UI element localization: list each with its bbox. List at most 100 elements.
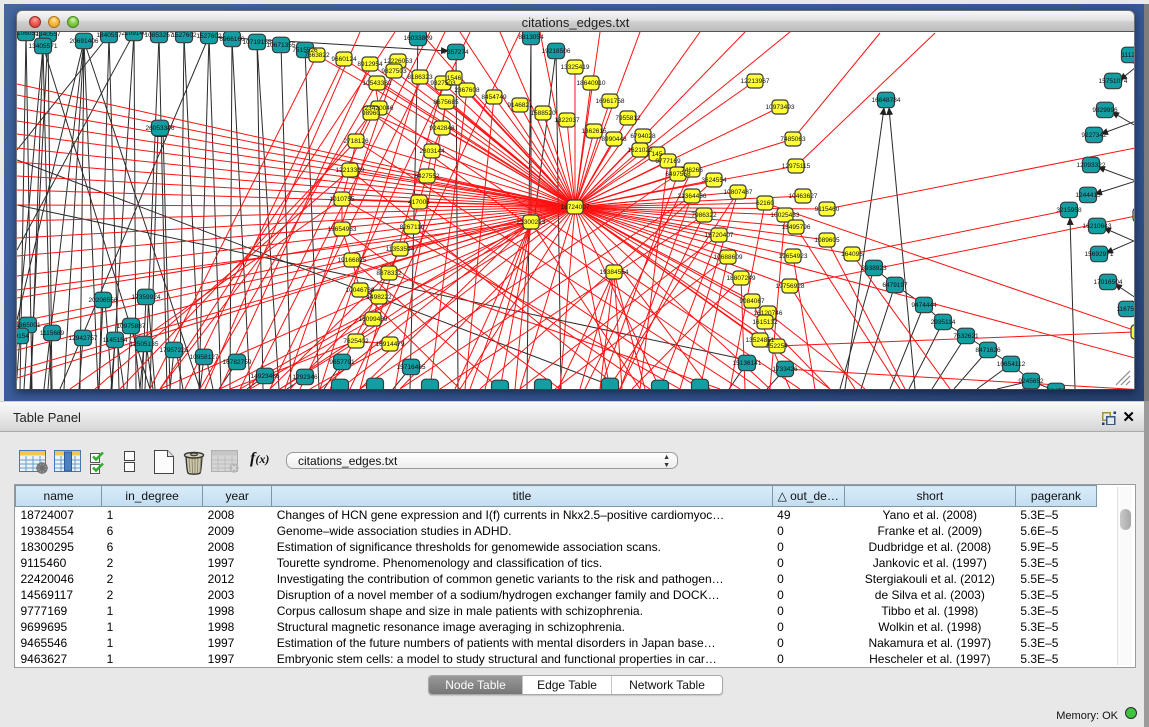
- svg-text:19654983: 19654983: [328, 226, 357, 233]
- svg-text:15692971: 15692971: [1085, 251, 1114, 258]
- svg-text:8427552: 8427552: [414, 173, 440, 180]
- svg-text:15720407: 15720407: [705, 232, 734, 239]
- svg-text:1244415: 1244415: [1075, 192, 1101, 199]
- svg-text:62160: 62160: [756, 200, 774, 207]
- svg-text:3624554: 3624554: [701, 177, 727, 184]
- svg-text:9242848: 9242848: [429, 125, 455, 132]
- svg-text:1546: 1546: [447, 75, 462, 82]
- svg-text:2935114: 2935114: [931, 319, 956, 326]
- svg-text:20691406: 20691406: [70, 38, 99, 45]
- svg-text:3215958: 3215958: [1056, 207, 1082, 214]
- svg-text:1340557: 1340557: [35, 32, 61, 38]
- svg-text:9115460: 9115460: [815, 206, 840, 213]
- svg-text:1115689: 1115689: [40, 330, 65, 337]
- svg-text:26053346: 26053346: [146, 125, 175, 132]
- svg-text:16210643: 16210643: [1083, 223, 1112, 230]
- svg-text:6966160: 6966160: [219, 36, 245, 43]
- svg-text:10543382: 10543382: [363, 80, 392, 87]
- svg-text:8878332: 8878332: [376, 270, 402, 277]
- svg-text:7663822: 7663822: [304, 52, 330, 59]
- svg-text:21364436: 21364436: [678, 193, 707, 200]
- svg-text:7485063: 7485063: [780, 136, 806, 143]
- svg-text:1362615: 1362615: [581, 128, 607, 135]
- svg-text:417006: 417006: [408, 199, 430, 206]
- svg-text:13495796: 13495796: [782, 224, 811, 231]
- svg-text:2109140: 2109140: [121, 32, 147, 37]
- svg-text:9329996: 9329996: [1092, 107, 1118, 114]
- svg-text:7357274: 7357274: [443, 49, 469, 56]
- svg-text:14923466: 14923466: [251, 373, 280, 380]
- svg-text:145: 145: [652, 151, 663, 158]
- svg-text:7625402: 7625402: [343, 338, 369, 345]
- svg-text:9084067: 9084067: [739, 298, 765, 305]
- svg-text:15716485: 15716485: [397, 364, 426, 371]
- svg-text:7986322: 7986322: [691, 212, 717, 219]
- svg-text:9827503: 9827503: [381, 68, 407, 75]
- svg-text:16120746: 16120746: [754, 310, 783, 317]
- svg-text:19218506: 19218506: [542, 48, 571, 55]
- svg-text:19756928: 19756928: [776, 283, 805, 290]
- svg-text:17016504: 17016504: [1094, 279, 1123, 286]
- svg-text:8267110: 8267110: [400, 224, 425, 231]
- svg-text:1621022: 1621022: [627, 147, 653, 154]
- svg-text:7632621: 7632621: [953, 333, 979, 340]
- svg-text:16961758: 16961758: [596, 98, 625, 105]
- svg-text:9227342: 9227342: [1081, 132, 1107, 139]
- svg-text:16099489: 16099489: [359, 316, 388, 323]
- svg-text:10973493: 10973493: [766, 104, 795, 111]
- svg-text:8454749: 8454749: [481, 94, 507, 101]
- svg-text:9657791: 9657791: [329, 359, 355, 366]
- svg-text:10654112: 10654112: [997, 361, 1026, 368]
- svg-text:18807249: 18807249: [727, 275, 756, 282]
- svg-text:10958127: 10958127: [190, 354, 219, 361]
- svg-text:1615132: 1615132: [752, 319, 778, 326]
- svg-text:39154: 39154: [17, 333, 29, 340]
- svg-text:12213369: 12213369: [336, 167, 365, 174]
- svg-text:9777169: 9777169: [655, 158, 681, 165]
- svg-text:1292346: 1292346: [292, 374, 318, 381]
- svg-text:9146821: 9146821: [507, 102, 533, 109]
- svg-text:9474444: 9474444: [911, 302, 937, 309]
- svg-text:15136141: 15136141: [733, 360, 762, 367]
- svg-text:25300213: 25300213: [517, 219, 546, 226]
- svg-text:10975887: 10975887: [117, 323, 146, 330]
- svg-text:13405571: 13405571: [29, 43, 58, 50]
- svg-text:18724007: 18724007: [561, 204, 590, 211]
- svg-text:12975115: 12975115: [782, 163, 811, 170]
- svg-text:17359924: 17359924: [132, 294, 161, 301]
- svg-text:1588520: 1588520: [530, 110, 556, 117]
- svg-text:16033809: 16033809: [404, 35, 433, 42]
- svg-text:10807487: 10807487: [724, 189, 753, 196]
- svg-text:10025433: 10025433: [771, 212, 800, 219]
- svg-text:17957225: 17957225: [160, 347, 189, 354]
- svg-text:1322037: 1322037: [554, 117, 580, 124]
- svg-text:2367608: 2367608: [454, 87, 480, 94]
- svg-text:8912954: 8912954: [357, 61, 383, 68]
- svg-text:8186323: 8186323: [407, 74, 433, 81]
- svg-text:12942757: 12942757: [69, 335, 98, 342]
- svg-text:10853257: 10853257: [145, 32, 174, 39]
- svg-text:1527602: 1527602: [196, 33, 222, 40]
- svg-text:1145154: 1145154: [103, 337, 128, 344]
- svg-text:1498222: 1498222: [366, 294, 392, 301]
- svg-text:8813054: 8813054: [518, 34, 544, 41]
- svg-text:11124: 11124: [1121, 52, 1134, 59]
- svg-text:746266: 746266: [681, 167, 703, 174]
- svg-text:9245652: 9245652: [1018, 378, 1044, 385]
- svg-text:12226053: 12226053: [384, 58, 413, 65]
- svg-text:6479197: 6479197: [882, 282, 908, 289]
- svg-text:12213967: 12213967: [741, 78, 770, 85]
- svg-text:1010755: 1010755: [329, 196, 355, 203]
- svg-text:8990448: 8990448: [601, 136, 627, 143]
- svg-text:16648784: 16648784: [872, 97, 901, 104]
- svg-text:9660124: 9660124: [331, 56, 357, 63]
- svg-text:8675685: 8675685: [433, 99, 459, 106]
- svg-text:15751074: 15751074: [1099, 78, 1128, 85]
- svg-text:10688609: 10688609: [714, 254, 743, 261]
- svg-text:16782759: 16782759: [223, 359, 252, 366]
- svg-text:13325419: 13325419: [561, 64, 590, 71]
- svg-text:19654923: 19654923: [779, 253, 808, 260]
- svg-text:116753: 116753: [1116, 306, 1134, 313]
- svg-text:10046788: 10046788: [346, 287, 375, 294]
- svg-text:252254: 252254: [766, 343, 788, 350]
